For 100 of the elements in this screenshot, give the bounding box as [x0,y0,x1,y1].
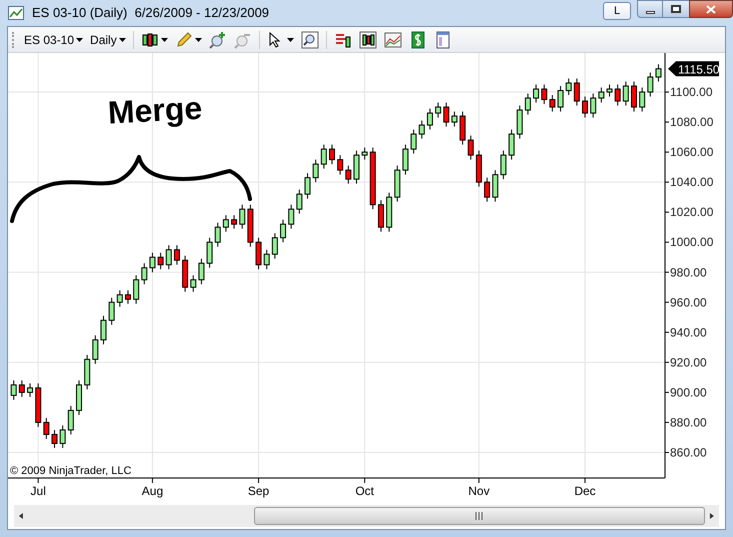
candle [280,219,286,243]
candle [345,165,352,184]
candle [524,93,531,116]
maximize-button[interactable] [663,0,689,18]
horizontal-scrollbar[interactable] [14,505,719,527]
candle [386,192,392,232]
window-title: ES 03-10 (Daily) 6/26/2009 - 12/23/2009 [32,4,270,22]
date-axis-label: Nov [468,484,490,498]
candle [614,84,621,106]
close-icon [706,4,716,14]
price-axis-label: 1000.00 [670,235,714,250]
candle [443,102,450,128]
date-axis-label: Oct [355,484,374,498]
caret-icon [118,38,126,42]
caret-icon [160,38,168,42]
candle [108,297,115,326]
candle [190,274,196,292]
candle [598,87,604,104]
price-axis-label: 1100.00 [670,85,712,100]
candle [166,244,172,270]
candle [198,258,204,285]
close-button[interactable] [689,0,733,18]
candle [296,189,302,214]
caret-icon [194,38,202,42]
candle [541,84,548,105]
candle [214,222,221,248]
candle [500,150,506,180]
candle [158,252,164,270]
candle [418,120,425,140]
candle [133,274,140,304]
candle [362,147,368,160]
price-axis-label: 960.00 [670,295,707,310]
copyright-text: © 2009 NinjaTrader, LLC [10,465,132,477]
candle [272,232,278,260]
candle [60,424,66,448]
candle [304,172,311,200]
area-chart-icon [384,30,402,48]
candle [116,290,123,308]
interval-dropdown[interactable]: Daily [87,28,129,50]
candle [622,81,629,106]
candle [566,78,572,96]
candle [10,380,17,400]
candle [52,429,58,448]
candle [410,129,417,154]
candle [312,159,319,183]
candle [476,150,482,188]
candle [516,105,523,140]
scrollbar-thumb[interactable] [254,507,706,525]
candle [247,204,254,248]
caret-icon [76,38,84,42]
candle [492,170,498,202]
candle [508,129,515,160]
candle [320,144,327,170]
candle [394,165,400,202]
candle [435,102,442,118]
candle [484,177,490,202]
price-axis-label: 860.00 [670,445,707,460]
candle [647,72,654,98]
date-axis-label: Aug [142,484,164,498]
candle [426,108,433,130]
candle [141,262,148,285]
price-axis-label: 1080.00 [670,115,714,130]
candle [149,252,156,273]
candle [76,380,82,416]
table-icon [434,30,452,48]
candle [35,382,42,428]
layout-button[interactable]: L [603,2,631,20]
candlestick-icon [140,30,159,48]
candle [451,111,458,128]
candle [655,64,662,82]
date-axis-label: Dec [574,484,596,498]
candle [468,135,474,160]
candle [549,94,556,112]
minimize-button[interactable] [637,0,663,18]
price-axis-label: 920.00 [670,355,707,370]
candle [43,417,50,440]
price-axis-label: 1020.00 [670,205,714,220]
candle [558,86,564,112]
price-axis-label: 1040.00 [670,175,714,190]
candle [533,84,540,104]
candle [124,290,131,304]
candle [402,144,408,176]
candle [92,334,98,364]
candle [337,154,344,176]
caret-icon [286,38,294,42]
candle [256,237,262,270]
candle [174,244,180,266]
candle [370,147,376,210]
candle [27,382,34,398]
candle [206,237,213,268]
instrument-dropdown[interactable]: ES 03-10 [21,28,86,50]
candle [100,315,106,345]
candle [239,204,246,230]
magnifier-icon [300,30,319,48]
candle [354,150,360,184]
candle [378,200,384,232]
candle [630,81,637,112]
candle [582,96,588,118]
candle [590,93,596,118]
grip-icon [475,512,484,520]
